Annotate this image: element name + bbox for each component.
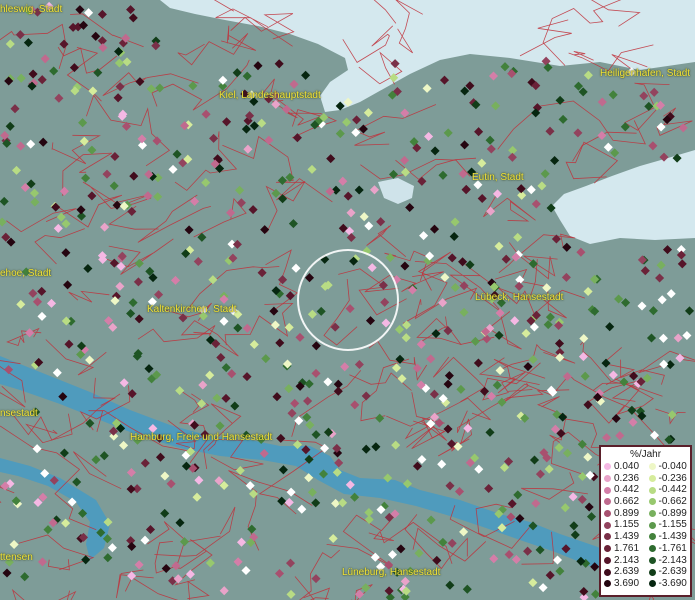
legend-entry-positive: 2.639 <box>601 566 646 578</box>
legend-swatch <box>604 510 611 518</box>
city-label-kiel: Kiel, Landeshauptstadt <box>219 90 321 101</box>
legend-row: 1.439 -1.439 <box>601 531 690 543</box>
legend-row: 0.040 -0.040 <box>601 461 690 473</box>
legend-value: 1.439 <box>614 531 640 543</box>
legend-swatch <box>604 475 611 483</box>
legend: %/Jahr 0.040 -0.040 0.236 -0.236 0.442 -0.442… <box>599 445 692 597</box>
legend-entry-negative: -1.761 <box>646 543 691 555</box>
legend-swatch <box>604 556 611 564</box>
map-canvas[interactable] <box>0 0 695 600</box>
legend-swatch <box>604 568 611 576</box>
legend-value: -3.690 <box>658 577 687 589</box>
legend-entry-negative: -1.155 <box>646 519 691 531</box>
legend-entry-negative: -0.236 <box>646 473 691 485</box>
legend-entry-positive: 1.761 <box>601 543 646 555</box>
legend-swatch <box>648 568 656 576</box>
legend-swatch <box>648 545 656 553</box>
legend-swatch <box>604 486 611 494</box>
city-label-eutin: Eutin, Stadt <box>472 172 524 183</box>
legend-row: 0.899 -0.899 <box>601 508 690 520</box>
legend-value: 0.442 <box>614 484 640 496</box>
legend-entry-positive: 0.662 <box>601 496 646 508</box>
legend-row: 0.442 -0.442 <box>601 484 690 496</box>
city-label-itzehoe: ehoe, Stadt <box>0 268 52 279</box>
legend-swatch <box>648 486 656 494</box>
legend-value: 0.040 <box>614 461 640 472</box>
legend-swatch <box>648 475 656 483</box>
legend-swatch <box>604 580 611 588</box>
legend-value: 1.761 <box>614 542 640 554</box>
city-label-ottensen: ttensen <box>0 552 33 563</box>
city-label-schleswig: hleswig, Stadt <box>0 4 63 15</box>
legend-swatch <box>648 463 656 471</box>
legend-title: %/Jahr <box>629 449 662 460</box>
legend-value: 3.690 <box>614 577 640 589</box>
legend-entry-negative: -0.040 <box>646 461 691 473</box>
legend-swatch <box>648 533 656 541</box>
legend-swatch <box>648 498 656 506</box>
legend-row: 3.690 -3.690 <box>601 578 690 590</box>
legend-swatch <box>648 521 656 529</box>
legend-value: -1.761 <box>658 542 687 554</box>
legend-entry-negative: -0.442 <box>646 484 691 496</box>
legend-row: 0.662 -0.662 <box>601 496 690 508</box>
legend-swatch <box>604 521 611 529</box>
legend-entry-positive: 0.040 <box>601 461 646 473</box>
city-label-luebeck: Lübeck, Hansestadt <box>475 292 564 303</box>
legend-value: 0.899 <box>614 507 640 519</box>
legend-value: 2.639 <box>614 566 640 578</box>
legend-swatch <box>648 510 656 518</box>
legend-value: -0.899 <box>658 507 687 519</box>
city-label-lueneburg: Lüneburg, Hansestadt <box>342 567 441 578</box>
legend-swatch <box>604 533 611 541</box>
city-label-hansestadt: nsestadt <box>0 408 38 419</box>
legend-value: -0.442 <box>658 484 687 496</box>
legend-entry-positive: 0.442 <box>601 484 646 496</box>
city-label-hamburg: Hamburg, Freie und Hansestadt <box>130 432 273 443</box>
legend-value: -0.662 <box>658 496 687 508</box>
legend-row: 1.155 -1.155 <box>601 519 690 531</box>
city-label-heiligenhafen: Heiligenhafen, Stadt <box>600 68 691 79</box>
legend-row: 1.761 -1.761 <box>601 543 690 555</box>
legend-entry-negative: -0.662 <box>646 496 691 508</box>
legend-swatch <box>604 545 611 553</box>
legend-row: 0.236 -0.236 <box>601 473 690 485</box>
legend-row: 2.143 -2.143 <box>601 555 690 567</box>
legend-value: 0.236 <box>614 472 640 484</box>
legend-rows: 0.040 -0.040 0.236 -0.236 0.442 -0.442 0.662 -0… <box>601 461 690 590</box>
legend-swatch <box>648 556 656 564</box>
legend-entry-negative: -2.143 <box>646 555 691 567</box>
legend-value: -0.040 <box>658 461 687 472</box>
legend-swatch <box>604 498 611 506</box>
legend-value: -0.236 <box>658 472 687 484</box>
legend-entry-positive: 3.690 <box>601 578 646 590</box>
legend-entry-positive: 1.439 <box>601 531 646 543</box>
legend-value: -1.155 <box>658 519 687 531</box>
legend-swatch <box>604 463 611 471</box>
legend-value: 1.155 <box>614 519 640 531</box>
legend-entry-positive: 1.155 <box>601 519 646 531</box>
legend-value: -2.143 <box>658 554 687 566</box>
legend-entry-negative: -2.639 <box>646 566 691 578</box>
legend-value: 2.143 <box>614 554 640 566</box>
legend-entry-negative: -1.439 <box>646 531 691 543</box>
legend-value: -1.439 <box>658 531 687 543</box>
legend-entry-positive: 0.236 <box>601 473 646 485</box>
legend-entry-negative: -0.899 <box>646 508 691 520</box>
legend-entry-positive: 0.899 <box>601 508 646 520</box>
legend-value: 0.662 <box>614 496 640 508</box>
legend-row: 2.639 -2.639 <box>601 566 690 578</box>
legend-entry-negative: -3.690 <box>646 578 691 590</box>
legend-swatch <box>648 580 656 588</box>
legend-value: -2.639 <box>658 566 687 578</box>
legend-entry-positive: 2.143 <box>601 555 646 567</box>
city-label-kaltenkirchen: Kaltenkirchen, Stadt <box>147 304 237 315</box>
